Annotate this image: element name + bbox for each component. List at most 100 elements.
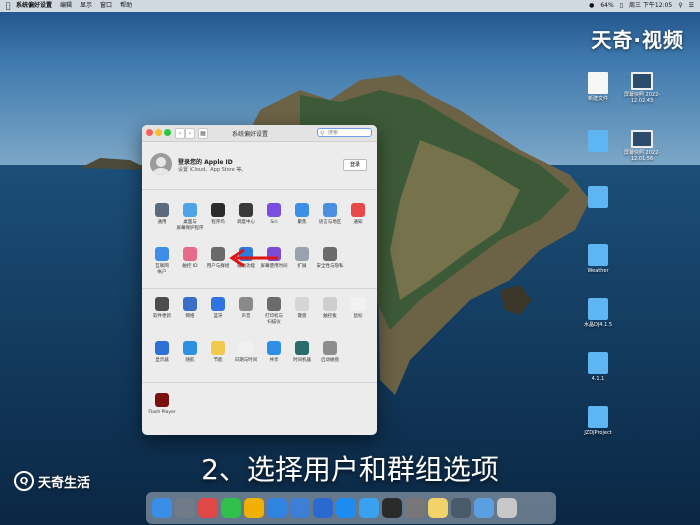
pref-flash-player[interactable]: Flash Player xyxy=(148,393,176,416)
quicktime-icon[interactable] xyxy=(451,498,471,518)
spotlight-menu-icon[interactable]: ⚲ xyxy=(678,0,682,12)
network-icon xyxy=(183,297,197,311)
pref-energy[interactable]: 节能 xyxy=(204,341,232,364)
window-titlebar[interactable]: ‹ › ▦ 系统偏好设置 ⚲ 搜索 xyxy=(142,125,377,142)
pref-siri[interactable]: Siri xyxy=(260,203,288,226)
displays-icon xyxy=(155,341,169,355)
notes-icon[interactable] xyxy=(428,498,448,518)
settings-icon[interactable] xyxy=(405,498,425,518)
desktop-folder[interactable]: JZDJProject xyxy=(568,406,628,436)
desktop-folder[interactable]: 水晶DJ4.1.5 xyxy=(568,298,628,328)
pref-keyboard[interactable]: 键盘 xyxy=(288,297,316,320)
sidecar-icon xyxy=(183,341,197,355)
pref-label: 打印机与 扫描仪 xyxy=(265,314,283,325)
date-time-icon xyxy=(239,341,253,355)
folder-icon xyxy=(588,406,608,428)
pref-language[interactable]: 语言与地区 xyxy=(316,203,344,226)
terminal-icon[interactable] xyxy=(382,498,402,518)
mouse-icon xyxy=(351,297,365,311)
internet-accounts-icon xyxy=(155,247,169,261)
pref-notifications[interactable]: 通知 xyxy=(344,203,372,226)
pref-time-machine[interactable]: 时间机器 xyxy=(288,341,316,364)
search-field[interactable]: ⚲ 搜索 xyxy=(317,128,372,137)
prefs-row: 软件更新 网络 蓝牙 声音 打印机与 扫描仪 键盘 触控板 鼠标 xyxy=(148,297,373,337)
show-all-button[interactable]: ▦ xyxy=(198,128,208,139)
control-center-icon[interactable]: ☰ xyxy=(689,0,694,12)
users-icon xyxy=(211,247,225,261)
pref-bluetooth[interactable]: 蓝牙 xyxy=(204,297,232,320)
pref-dock[interactable]: 程序坞 xyxy=(204,203,232,226)
pref-label: 蓝牙 xyxy=(213,314,223,319)
battery-percent[interactable]: 64% xyxy=(600,0,613,12)
safari-icon[interactable] xyxy=(267,498,287,518)
wifi-icon[interactable]: ● xyxy=(589,0,594,12)
xcode-icon[interactable] xyxy=(313,498,333,518)
pref-software-update[interactable]: 软件更新 xyxy=(148,297,176,320)
red-arrow-annotation xyxy=(229,248,278,268)
wechat-icon[interactable] xyxy=(221,498,241,518)
mail-icon[interactable] xyxy=(290,498,310,518)
back-button[interactable]: ‹ xyxy=(175,128,185,139)
battery-icon[interactable]: ▯ xyxy=(620,0,623,12)
trash-icon[interactable] xyxy=(497,498,517,518)
pref-extensions[interactable]: 扩展 xyxy=(288,247,316,270)
rocket-icon[interactable] xyxy=(175,498,195,518)
watermark-bottom: Q 天奇生活 xyxy=(14,471,90,491)
flash-player-icon xyxy=(155,393,169,407)
forward-button[interactable]: › xyxy=(185,128,195,139)
finder-icon[interactable] xyxy=(152,498,172,518)
desktop-folder[interactable]: 4.1.1 xyxy=(568,352,628,382)
login-button[interactable]: 登录 xyxy=(343,159,367,171)
menu-app-name[interactable]: 系统偏好设置 xyxy=(16,0,52,12)
desktop-folder[interactable]: Weather xyxy=(568,244,628,274)
file-icon xyxy=(588,72,608,94)
pref-general[interactable]: 通用 xyxy=(148,203,176,226)
prefs-row: Flash Player xyxy=(148,393,373,433)
avatar[interactable] xyxy=(150,153,172,175)
desktop-file[interactable]: 屏幕快照 2022- 12.01.56 xyxy=(612,130,672,162)
pref-sharing[interactable]: 共享 xyxy=(260,341,288,364)
subtitle-caption: 2、选择用户和群组选项 xyxy=(201,453,499,486)
menu-view[interactable]: 显示 xyxy=(80,0,92,12)
appstore-icon[interactable] xyxy=(336,498,356,518)
desktop-file[interactable]: 屏幕快照 2022- 12.02.43 xyxy=(612,72,672,104)
zoom-button[interactable] xyxy=(164,129,171,136)
minimize-button[interactable] xyxy=(155,129,162,136)
menu-window[interactable]: 窗口 xyxy=(100,0,112,12)
desktop-item-label: 4.1.1 xyxy=(591,376,605,382)
menu-edit[interactable]: 编辑 xyxy=(60,0,72,12)
search-icon: ⚲ xyxy=(320,130,325,137)
desktop-folder[interactable] xyxy=(568,186,628,210)
pref-date-time[interactable]: 日期与时间 xyxy=(232,341,260,364)
pref-label: 日期与时间 xyxy=(234,358,258,363)
upload-icon[interactable] xyxy=(359,498,379,518)
apple-menu-icon[interactable]:  xyxy=(0,0,16,12)
pref-security[interactable]: 安全性与隐私 xyxy=(316,247,344,270)
menu-help[interactable]: 帮助 xyxy=(120,0,132,12)
pref-printer[interactable]: 打印机与 扫描仪 xyxy=(260,297,288,326)
pref-mouse[interactable]: 鼠标 xyxy=(344,297,372,320)
preview-icon[interactable] xyxy=(474,498,494,518)
pref-label: 安全性与隐私 xyxy=(316,264,344,269)
pref-sound[interactable]: 声音 xyxy=(232,297,260,320)
menu-clock[interactable]: 周三 下午12:05 xyxy=(629,0,672,12)
touch-id-icon xyxy=(183,247,197,261)
chrome-icon[interactable] xyxy=(244,498,264,518)
pref-internet-accounts[interactable]: 互联网 帐户 xyxy=(148,247,176,276)
pref-mission-control[interactable]: 调度中心 xyxy=(232,203,260,226)
app-icon[interactable] xyxy=(198,498,218,518)
pref-spotlight[interactable]: 聚焦 xyxy=(288,203,316,226)
keyboard-icon xyxy=(295,297,309,311)
pref-sidecar[interactable]: 随航 xyxy=(176,341,204,364)
pref-touch-id[interactable]: 触控 ID xyxy=(176,247,204,270)
pref-label: 触控板 xyxy=(323,314,337,319)
pref-network[interactable]: 网络 xyxy=(176,297,204,320)
prefs-row: 显示器 随航 节能 日期与时间 共享 时间机器 启动磁盘 xyxy=(148,341,373,381)
language-icon xyxy=(323,203,337,217)
pref-desktop[interactable]: 桌面与 屏幕保护程序 xyxy=(176,203,204,232)
pref-trackpad[interactable]: 触控板 xyxy=(316,297,344,320)
divider xyxy=(142,189,377,190)
close-button[interactable] xyxy=(146,129,153,136)
pref-displays[interactable]: 显示器 xyxy=(148,341,176,364)
pref-startup-disk[interactable]: 启动磁盘 xyxy=(316,341,344,364)
